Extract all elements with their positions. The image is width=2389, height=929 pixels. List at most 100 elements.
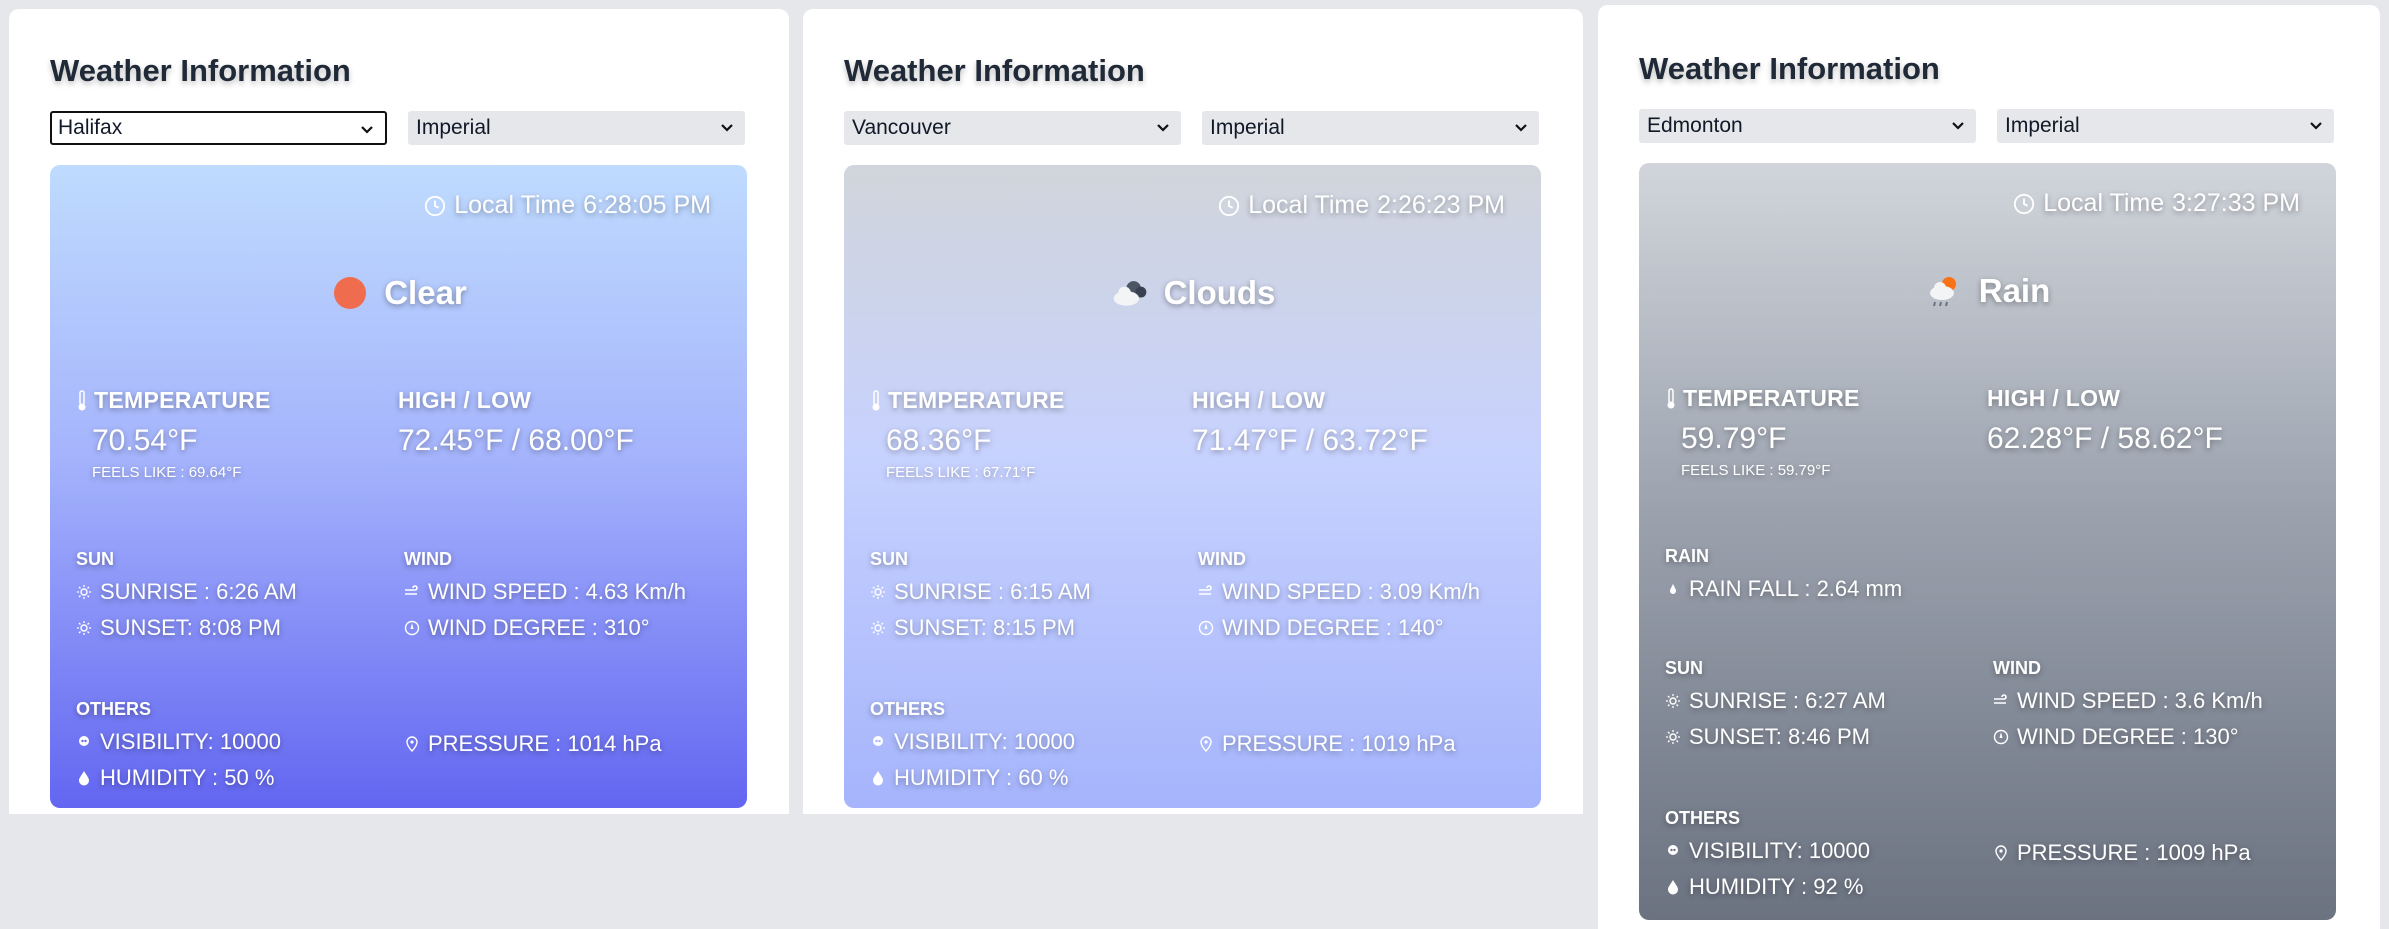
wind-speed-value: WIND SPEED : 4.63 Km/h [428,579,686,604]
thermometer-icon [1667,387,1675,408]
city-select[interactable]: Halifax [50,111,387,145]
local-time: Local Time 3:27:33 PM [2013,189,2300,218]
high-low-value: 72.45°F / 68.00°F [398,424,634,457]
city-select[interactable]: Edmonton [1639,109,1976,143]
compass-icon [1198,620,1214,636]
visibility-value: VISIBILITY: 10000 [894,729,1076,754]
droplet-icon [79,771,89,786]
humidity-value: HUMIDITY : 50 % [100,765,275,790]
eye-icon [873,736,883,746]
raindrop-icon [1670,584,1676,594]
sun-block: SUN SUNRISE : 6:26 AM SUNSET: 8:08 PM [76,549,297,642]
gauge-icon [1200,736,1212,752]
humidity-value: HUMIDITY : 60 % [894,765,1069,790]
weather-condition: Clear [50,273,747,313]
sun-disc-icon [334,277,367,309]
chevron-down-icon [2310,122,2322,130]
temperature-label: TEMPERATURE [94,387,271,413]
condition-label: Clear [384,274,467,311]
visibility-value: VISIBILITY: 10000 [100,729,282,754]
city-select[interactable]: Vancouver [844,111,1181,145]
compass-icon [1993,729,2009,745]
units-select[interactable]: Imperial [1997,109,2334,143]
feels-like: FEELS LIKE : 69.64°F [92,464,242,481]
gauge-icon [1995,845,2007,861]
weather-panel-halifax: Weather Information Halifax Imperial Loc… [9,9,789,814]
sun-label: SUN [1665,658,1704,678]
sunrise-value: SUNRISE : 6:27 AM [1689,688,1886,713]
wind-degree-value: WIND DEGREE : 140° [1222,615,1444,640]
temperature-block: TEMPERATURE 59.79°F FEELS LIKE : 59.79°F [1665,385,1860,479]
rain-block: RAIN RAIN FALL : 2.64 mm [1665,546,1902,603]
sun-label: SUN [76,549,115,569]
wind-speed-value: WIND SPEED : 3.6 Km/h [2017,688,2263,713]
eye-icon [1668,845,1678,855]
local-time-label: Local Time [454,191,576,219]
wind-icon [405,585,418,595]
high-low-label: HIGH / LOW [398,387,532,413]
units-select[interactable]: Imperial [408,111,745,145]
high-low-block: HIGH / LOW 72.45°F / 68.00°F [398,387,634,458]
page-title: Weather Information [844,53,1145,88]
sunrise-icon [871,585,885,599]
wind-degree-value: WIND DEGREE : 130° [2017,724,2239,749]
pressure-block: PRESSURE : 1009 hPa [1993,831,2251,867]
page-title: Weather Information [1639,51,1940,86]
weather-card: Local Time 3:27:33 PM Rain TEMPERATURE 5… [1639,163,2336,920]
temperature-block: TEMPERATURE 68.36°F FEELS LIKE : 67.71°F [870,387,1065,481]
units-select-value: Imperial [1210,116,1285,139]
rain-label: RAIN [1665,546,1709,566]
units-select-value: Imperial [2005,114,2080,137]
high-low-label: HIGH / LOW [1987,385,2121,411]
feels-like: FEELS LIKE : 59.79°F [1681,462,1831,479]
wind-label: WIND [404,549,452,569]
thermometer-icon [78,389,86,410]
eye-icon [79,736,89,746]
clock-icon [2014,193,2035,214]
pressure-value: PRESSURE : 1014 hPa [428,731,662,756]
local-time-value: 2:26:23 PM [1377,191,1505,219]
units-select[interactable]: Imperial [1202,111,1539,145]
high-low-label: HIGH / LOW [1192,387,1326,413]
wind-block: WIND WIND SPEED : 3.09 Km/h WIND DEGREE … [1198,549,1480,642]
sunrise-value: SUNRISE : 6:15 AM [894,579,1091,604]
pressure-block: PRESSURE : 1019 hPa [1198,722,1456,758]
wind-degree-value: WIND DEGREE : 310° [428,615,650,640]
condition-label: Rain [1978,272,2051,309]
wind-label: WIND [1198,549,1246,569]
others-block: OTHERS VISIBILITY: 10000 HUMIDITY : 92 % [1665,808,1870,901]
chevron-down-icon [1157,124,1169,132]
compass-icon [404,620,420,636]
sunset-icon [77,621,91,635]
wind-block: WIND WIND SPEED : 4.63 Km/h WIND DEGREE … [404,549,686,642]
weather-card: Local Time 6:28:05 PM Clear TEMPERATURE … [50,165,747,808]
local-time-label: Local Time [2043,189,2165,217]
sunrise-value: SUNRISE : 6:26 AM [100,579,297,604]
sunset-value: SUNSET: 8:46 PM [1689,724,1870,749]
local-time-value: 3:27:33 PM [2172,189,2300,217]
sun-label: SUN [870,549,909,569]
sunset-icon [871,621,885,635]
high-low-value: 71.47°F / 63.72°F [1192,424,1428,457]
chevron-down-icon [1515,124,1527,132]
sunset-value: SUNSET: 8:15 PM [894,615,1075,640]
wind-block: WIND WIND SPEED : 3.6 Km/h WIND DEGREE :… [1993,658,2263,751]
cloud-icon [1113,281,1146,306]
sun-block: SUN SUNRISE : 6:15 AM SUNSET: 8:15 PM [870,549,1091,642]
rain-cloud-icon [1929,277,1956,307]
high-low-block: HIGH / LOW 62.28°F / 58.62°F [1987,385,2223,456]
droplet-icon [1668,880,1678,895]
others-label: OTHERS [76,699,152,719]
others-label: OTHERS [1665,808,1741,828]
temperature-label: TEMPERATURE [888,387,1065,413]
sun-block: SUN SUNRISE : 6:27 AM SUNSET: 8:46 PM [1665,658,1886,751]
condition-label: Clouds [1163,274,1276,311]
city-select-value: Vancouver [852,116,951,139]
sunrise-icon [77,585,91,599]
high-low-value: 62.28°F / 58.62°F [1987,422,2223,455]
visibility-value: VISIBILITY: 10000 [1689,838,1871,863]
chevron-down-icon [361,126,373,134]
weather-panel-edmonton: Weather Information Edmonton Imperial Lo… [1598,5,2380,929]
sunrise-icon [1666,694,1680,708]
pressure-block: PRESSURE : 1014 hPa [404,722,662,758]
